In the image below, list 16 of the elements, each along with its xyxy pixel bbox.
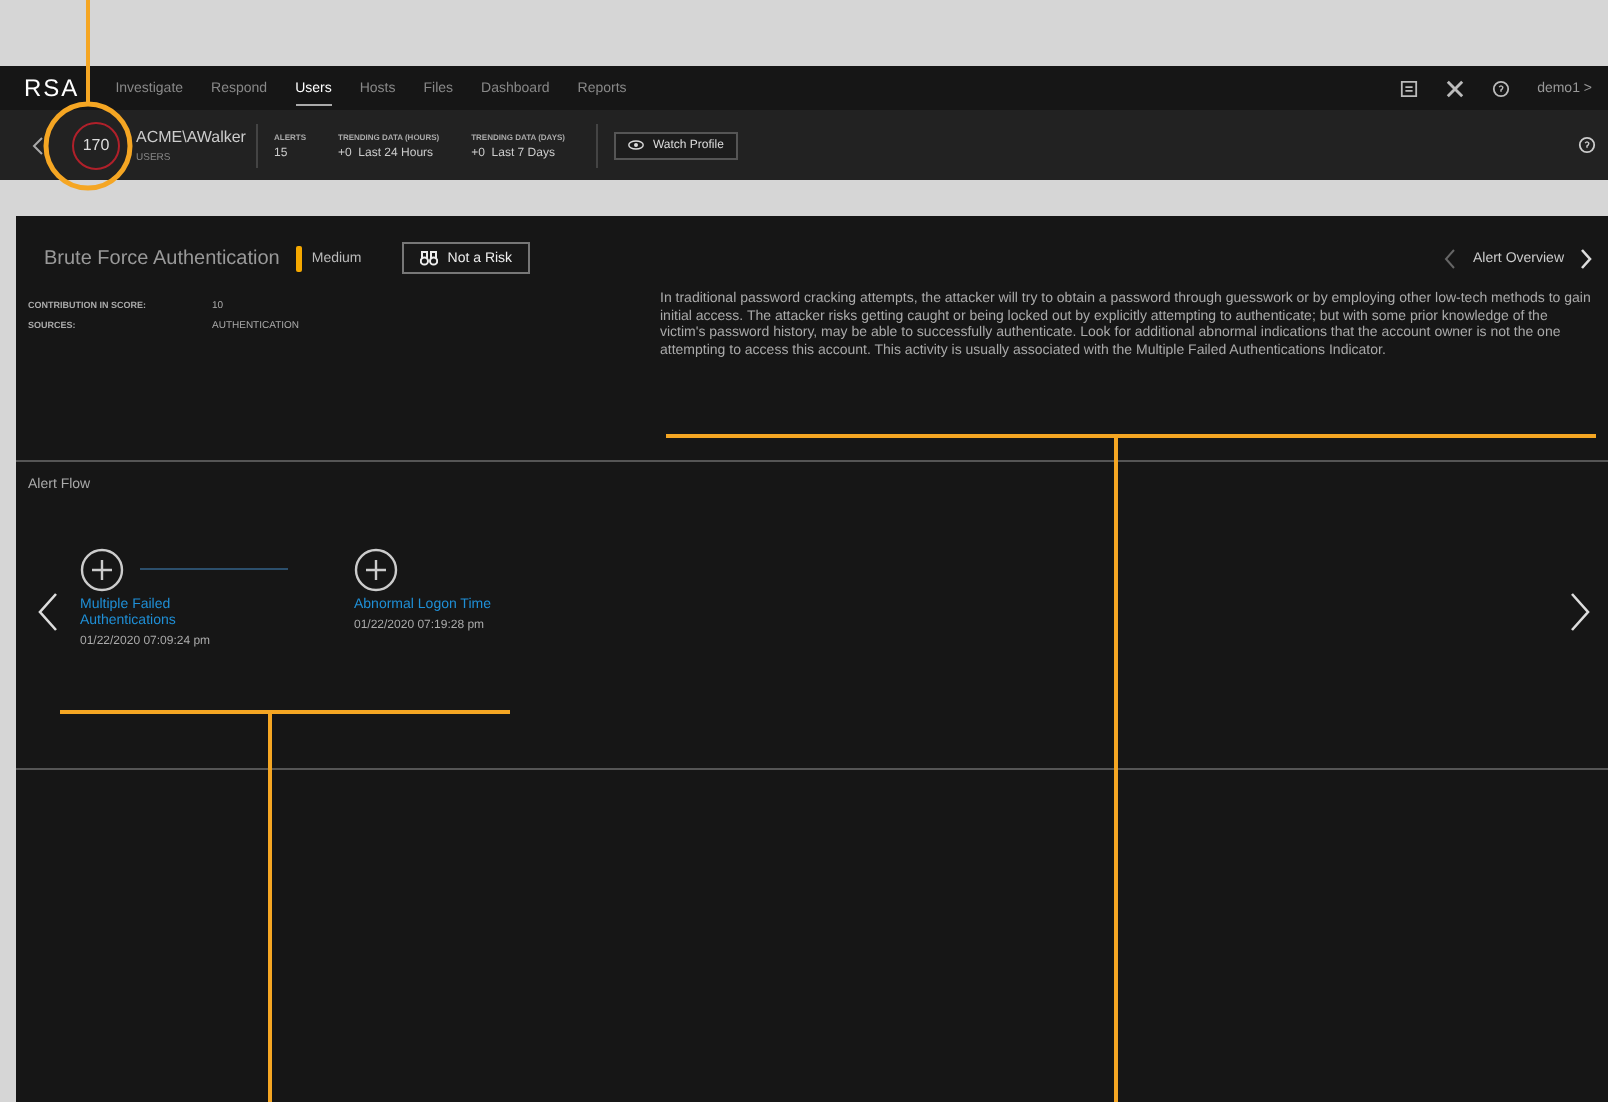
eye-icon <box>628 140 645 150</box>
binoculars-icon <box>419 250 438 266</box>
add-icon[interactable] <box>354 548 398 593</box>
risk-score: 170 <box>72 121 120 169</box>
next-icon[interactable] <box>1580 247 1592 269</box>
help-icon[interactable] <box>1578 136 1596 154</box>
list-icon[interactable] <box>1399 79 1418 97</box>
callout-circle <box>43 101 133 191</box>
logo: RSA <box>24 74 80 102</box>
help-icon[interactable] <box>1491 79 1510 97</box>
tools-icon[interactable] <box>1445 79 1464 97</box>
next-icon[interactable] <box>1568 590 1592 635</box>
leader-line <box>86 0 90 104</box>
add-icon[interactable] <box>80 548 124 593</box>
back-icon[interactable] <box>32 135 44 155</box>
indicator-title: Brute Force Authentication <box>44 247 280 269</box>
